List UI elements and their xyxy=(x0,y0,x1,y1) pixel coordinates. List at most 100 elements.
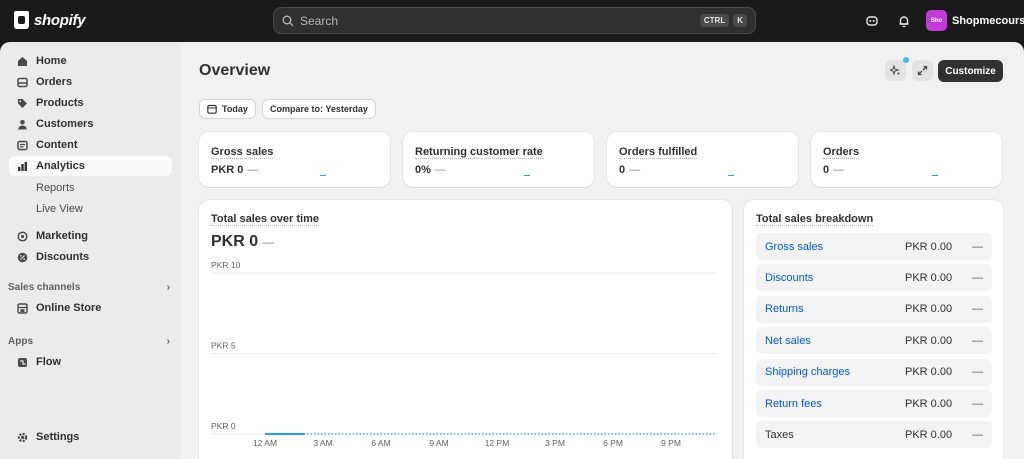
x-tick-label: 12 PM xyxy=(485,438,510,448)
metric-label: Returning customer rate xyxy=(415,146,543,159)
breakdown-row-name: Taxes xyxy=(765,428,794,441)
expand-icon xyxy=(917,65,928,76)
chevron-right-icon: › xyxy=(166,282,170,293)
breakdown-row-value: PKR 0.00 xyxy=(905,397,953,410)
store-menu[interactable]: Sho Shopmecourse xyxy=(926,10,1024,31)
breakdown-row-value: PKR 0.00 xyxy=(905,334,953,347)
breakdown-row-change: — xyxy=(972,366,983,379)
sidebar-item-label: Content xyxy=(36,139,78,151)
store-avatar: Sho xyxy=(926,10,947,31)
sidebar-item-analytics[interactable]: Analytics xyxy=(9,156,172,176)
sidebar-item-label: Marketing xyxy=(36,230,88,242)
x-tick-label: 3 PM xyxy=(545,438,565,448)
breakdown-row-name[interactable]: Shipping charges xyxy=(765,366,905,378)
target-icon xyxy=(17,230,28,242)
sales-breakdown-card: Total sales breakdown Gross sales PKR 0.0… xyxy=(744,200,1003,459)
breakdown-row-name[interactable]: Discounts xyxy=(765,272,905,284)
customize-button[interactable]: Customize xyxy=(938,60,1003,82)
sales-line-chart: PKR 10 PKR 5 PKR 0 12 AM 3 AM 6 AM 9 AM 12 PM 3 … xyxy=(211,260,717,448)
x-tick-label: 3 AM xyxy=(313,438,332,448)
fullscreen-button[interactable] xyxy=(912,60,933,81)
sidebar-sub-live-view[interactable]: Live View xyxy=(36,203,83,215)
breakdown-row[interactable]: Gross sales PKR 0.00 — xyxy=(756,233,992,260)
metric-card-returning-customer-rate[interactable]: Returning customer rate 0% — xyxy=(403,132,594,187)
metric-value: 0% — xyxy=(415,164,446,176)
x-tick-label: 9 PM xyxy=(661,438,681,448)
sidebar-item-home[interactable]: Home xyxy=(9,51,172,71)
sidebar-item-label: Flow xyxy=(36,356,62,368)
breakdown-row-change: — xyxy=(972,334,983,347)
date-range-label: Today xyxy=(222,104,248,114)
sidebar-item-label: Customers xyxy=(36,118,94,130)
chevron-right-icon: › xyxy=(166,336,170,347)
metric-change: — xyxy=(434,164,446,176)
bar-chart-icon xyxy=(17,161,28,172)
sidebar-item-products[interactable]: Products xyxy=(9,93,172,113)
sidebar-item-label: Settings xyxy=(36,431,80,443)
sidebar-item-orders[interactable]: Orders xyxy=(9,72,172,92)
gear-icon xyxy=(17,432,28,443)
search-input[interactable] xyxy=(300,13,696,28)
brand-name: shopify xyxy=(34,11,86,29)
sidebar-item-label: Analytics xyxy=(36,160,85,172)
breakdown-row[interactable]: Discounts PKR 0.00 — xyxy=(756,264,992,292)
breakdown-row-name[interactable]: Gross sales xyxy=(765,241,905,253)
metric-card-orders-fulfilled[interactable]: Orders fulfilled 0— xyxy=(607,132,798,187)
sidebar-item-customers[interactable]: Customers xyxy=(9,114,172,134)
metric-card-gross-sales[interactable]: Gross sales PKR 0— xyxy=(199,132,390,187)
breakdown-row-name[interactable]: Net sales xyxy=(765,335,905,347)
breakdown-row-name[interactable]: Return fees xyxy=(765,398,905,410)
breakdown-row-change: — xyxy=(972,303,983,316)
ai-insights-button[interactable] xyxy=(885,57,909,81)
sidebar-item-label: Orders xyxy=(36,76,73,88)
breakdown-row[interactable]: Net sales PKR 0.00 — xyxy=(756,327,992,355)
apps-section[interactable]: Apps › xyxy=(8,336,170,347)
search-bar[interactable]: CTRL K xyxy=(273,7,756,34)
breakdown-row: Taxes PKR 0.00 — xyxy=(756,421,992,449)
tag-icon xyxy=(17,98,28,109)
compare-button[interactable]: Compare to: Yesterday xyxy=(262,99,376,119)
metric-card-orders[interactable]: Orders 0— xyxy=(811,132,1002,187)
sidebar-item-online-store[interactable]: Online Store xyxy=(9,298,172,318)
main-content: Overview Customize Today Compare to: Yes… xyxy=(181,42,1024,459)
sidebar-item-discounts[interactable]: Discounts xyxy=(9,247,172,267)
date-range-button[interactable]: Today xyxy=(199,99,256,119)
store-icon xyxy=(17,302,28,314)
sidebar-item-content[interactable]: Content xyxy=(9,135,172,155)
breakdown-row-value: PKR 0.00 xyxy=(905,428,953,441)
breakdown-row-change: — xyxy=(972,271,983,284)
sidebar-item-label: Products xyxy=(36,97,84,109)
shopify-logo[interactable]: shopify xyxy=(14,11,86,29)
metric-label: Gross sales xyxy=(211,146,274,159)
x-tick-label: 9 AM xyxy=(429,438,448,448)
breakdown-title[interactable]: Total sales breakdown xyxy=(756,213,874,226)
image-icon xyxy=(17,140,28,151)
assistant-icon[interactable] xyxy=(863,12,881,30)
sidebar-item-flow[interactable]: Flow xyxy=(9,352,172,372)
calendar-icon xyxy=(207,104,217,114)
breakdown-row-change: — xyxy=(972,428,983,441)
y-tick-label: PKR 10 xyxy=(211,260,241,270)
metric-value-text: PKR 0 xyxy=(211,164,244,176)
home-icon xyxy=(17,56,28,67)
sidebar-item-settings[interactable]: Settings xyxy=(9,427,172,447)
x-tick-label: 6 PM xyxy=(603,438,623,448)
compare-label: Compare to: Yesterday xyxy=(270,104,368,114)
sales-channels-section[interactable]: Sales channels › xyxy=(8,282,170,293)
sparkle-icon xyxy=(890,65,900,76)
breakdown-row[interactable]: Shipping charges PKR 0.00 — xyxy=(756,358,992,386)
bell-icon[interactable] xyxy=(895,12,913,30)
sidebar-item-label: Discounts xyxy=(36,251,90,263)
breakdown-row[interactable]: Return fees PKR 0.00 — xyxy=(756,390,992,417)
total-sales-chart-card: Total sales over time PKR 0— PKR 10 PKR 5… xyxy=(199,200,732,459)
breakdown-row-name[interactable]: Returns xyxy=(765,303,905,315)
apps-label: Apps xyxy=(8,336,33,347)
flow-icon xyxy=(17,357,28,368)
sidebar-item-marketing[interactable]: Marketing xyxy=(9,226,172,246)
search-icon xyxy=(282,15,294,26)
breakdown-row[interactable]: Returns PKR 0.00 — xyxy=(756,295,992,323)
sidebar-sub-reports[interactable]: Reports xyxy=(36,182,75,194)
metric-label: Orders xyxy=(823,146,860,159)
metric-value-text: 0% xyxy=(415,164,431,176)
inbox-icon xyxy=(17,77,28,88)
